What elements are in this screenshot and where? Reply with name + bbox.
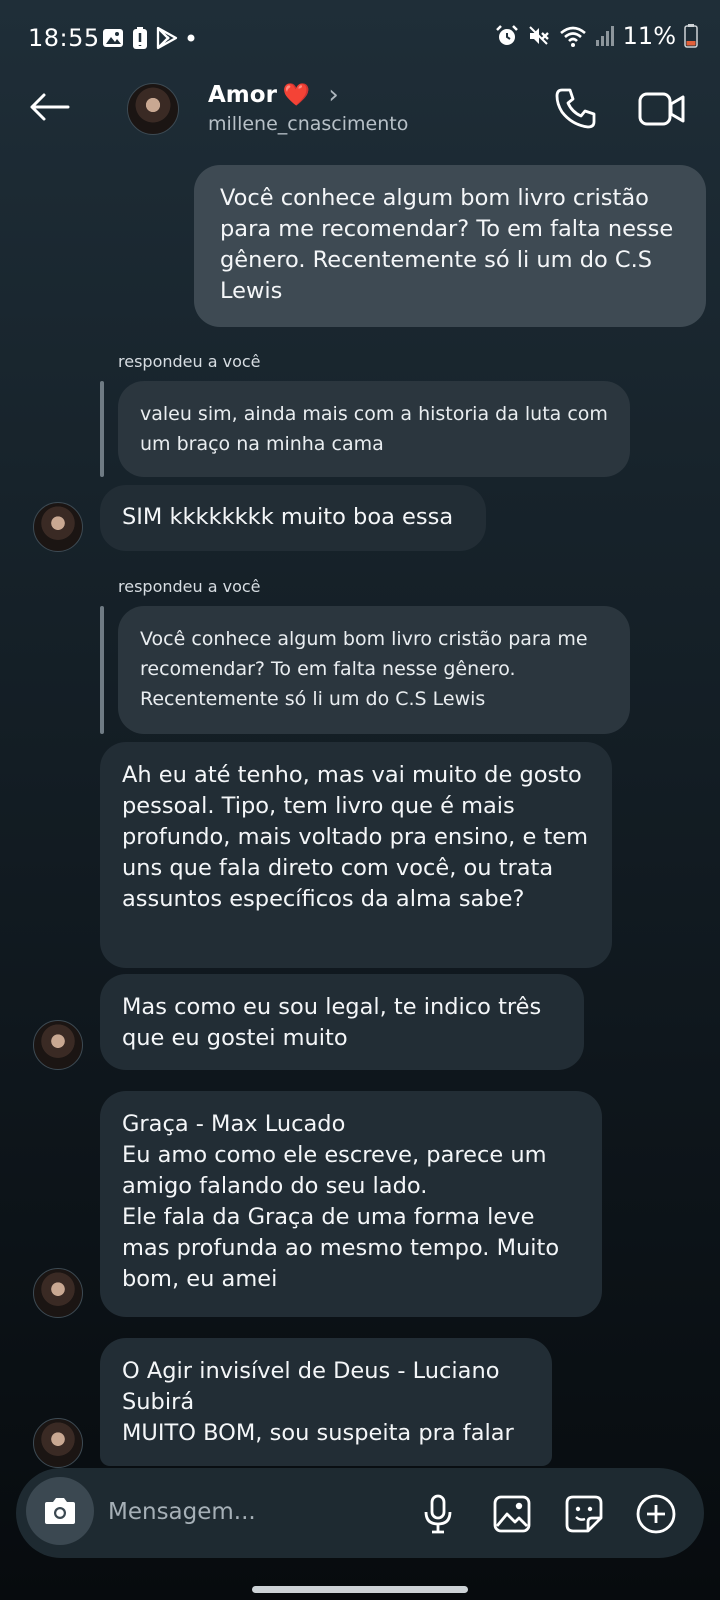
contact-name-button[interactable]: Amor ❤️ › <box>208 80 339 110</box>
sticker-icon <box>565 1495 603 1533</box>
sender-avatar[interactable] <box>33 1268 83 1318</box>
sender-avatar[interactable] <box>33 1020 83 1070</box>
sender-avatar[interactable] <box>33 1418 83 1468</box>
microphone-button[interactable] <box>416 1492 460 1536</box>
received-message[interactable]: Ah eu até tenho, mas vai muito de gosto … <box>100 742 612 968</box>
dot-icon <box>187 34 195 42</box>
chevron-right-icon: › <box>328 80 339 110</box>
sticker-button[interactable] <box>562 1492 606 1536</box>
status-time: 18:55 <box>28 24 100 52</box>
play-store-icon <box>156 26 178 50</box>
reply-label: respondeu a você <box>118 352 261 371</box>
battery-percent: 11% <box>622 22 676 50</box>
signal-icon <box>595 26 614 46</box>
status-right-icons: 11% <box>495 22 698 50</box>
status-left-icons <box>102 26 196 50</box>
battery-icon <box>684 24 698 48</box>
gallery-button[interactable] <box>490 1492 534 1536</box>
heart-icon: ❤️ <box>282 82 311 108</box>
battery-saver-icon <box>133 27 147 49</box>
back-arrow-icon <box>30 93 70 121</box>
video-camera-icon <box>638 92 685 126</box>
contact-username: millene_cnascimento <box>208 113 409 135</box>
received-message[interactable]: Mas como eu sou legal, te indico três qu… <box>100 974 584 1070</box>
contact-name: Amor <box>208 82 277 108</box>
alarm-icon <box>495 25 518 45</box>
image-icon <box>493 1495 531 1533</box>
video-call-button[interactable] <box>637 88 687 130</box>
phone-icon <box>555 88 596 129</box>
received-message[interactable]: SIM kkkkkkkk muito boa essa <box>100 485 486 551</box>
message-input[interactable] <box>108 1494 398 1530</box>
home-indicator[interactable] <box>252 1586 468 1593</box>
quoted-message[interactable]: Você conhece algum bom livro cristão par… <box>118 606 630 734</box>
back-button[interactable] <box>26 84 72 130</box>
reply-label: respondeu a você <box>118 577 261 596</box>
reply-bar <box>100 381 104 477</box>
camera-icon <box>45 1498 75 1524</box>
gallery-icon <box>103 29 123 47</box>
more-button[interactable] <box>634 1492 678 1536</box>
mute-icon <box>528 26 549 45</box>
camera-button[interactable] <box>26 1477 94 1545</box>
sent-message[interactable]: Você conhece algum bom livro cristão par… <box>194 165 706 327</box>
microphone-icon <box>424 1494 452 1534</box>
received-message[interactable]: Graça - Max Lucado Eu amo como ele escre… <box>100 1091 602 1317</box>
quoted-message[interactable]: valeu sim, ainda mais com a historia da … <box>118 381 630 477</box>
wifi-icon <box>559 26 586 47</box>
received-message[interactable]: O Agir invisível de Deus - Luciano Subir… <box>100 1338 552 1466</box>
reply-bar <box>100 606 104 734</box>
contact-avatar[interactable] <box>127 83 179 135</box>
sender-avatar[interactable] <box>33 502 83 552</box>
plus-circle-icon <box>636 1494 676 1534</box>
voice-call-button[interactable] <box>554 86 598 130</box>
